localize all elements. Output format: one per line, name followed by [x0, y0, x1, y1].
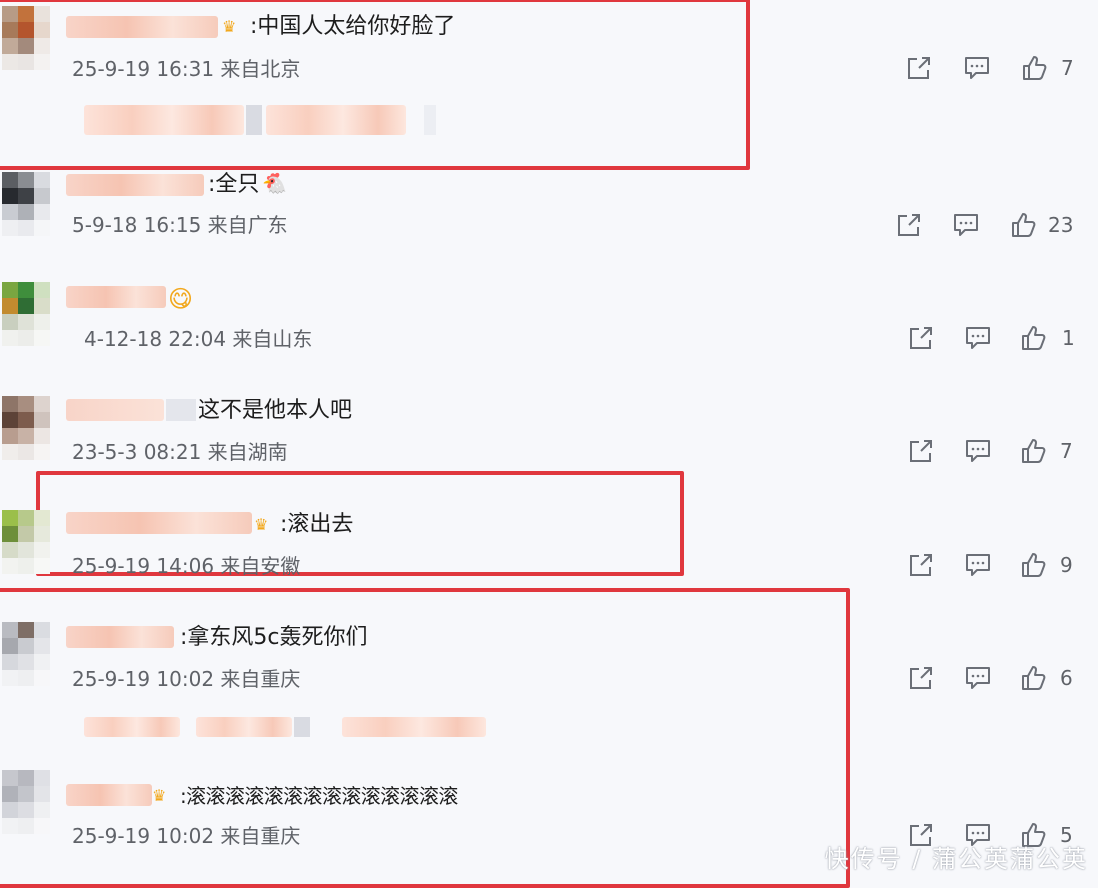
avatar[interactable] [2, 396, 50, 460]
like-count: 6 [1060, 666, 1073, 690]
comment-icon[interactable] [952, 211, 980, 239]
comment-icon[interactable] [964, 324, 992, 352]
username-blurred[interactable] [66, 512, 252, 534]
like-count: 7 [1060, 439, 1073, 463]
avatar[interactable] [2, 510, 50, 574]
like-icon[interactable] [1020, 437, 1048, 465]
username-blurred[interactable] [66, 286, 166, 308]
reply-preview-blurred [294, 717, 310, 737]
reply-preview-blurred[interactable] [266, 105, 406, 135]
comment-icon[interactable] [963, 54, 991, 82]
crown-icon: ♛ [254, 515, 269, 534]
like-icon[interactable] [1010, 211, 1038, 239]
avatar[interactable] [2, 770, 50, 834]
action-bar: 9 [907, 551, 1087, 579]
comment-meta: 25-9-19 10:02 来自重庆 [72, 824, 301, 848]
action-bar: 23 [895, 211, 1085, 239]
comment-text: :滚滚滚滚滚滚滚滚滚滚滚滚滚滚 [180, 784, 458, 808]
like-count: 9 [1060, 553, 1073, 577]
like-count: 1 [1062, 326, 1075, 350]
share-icon[interactable] [905, 54, 933, 82]
like-icon[interactable] [1020, 664, 1048, 692]
reply-preview-blurred[interactable] [196, 717, 292, 737]
comment-meta: 25-9-19 14:06 来自安徽 [72, 554, 301, 578]
action-bar: 7 [905, 54, 1085, 82]
reply-preview-blurred[interactable] [342, 717, 486, 737]
comment-icon[interactable] [964, 437, 992, 465]
share-icon[interactable] [907, 664, 935, 692]
share-icon[interactable] [907, 551, 935, 579]
action-bar: 7 [907, 437, 1087, 465]
reply-preview-blurred[interactable] [84, 717, 180, 737]
comment-meta: 5-9-18 16:15 来自广东 [72, 213, 288, 237]
like-count: 23 [1048, 213, 1074, 237]
username-blurred [166, 399, 196, 421]
share-icon[interactable] [907, 437, 935, 465]
reply-preview-blurred [424, 105, 436, 135]
like-icon[interactable] [1020, 324, 1048, 352]
avatar[interactable] [2, 622, 50, 686]
share-icon[interactable] [895, 211, 923, 239]
username-blurred[interactable] [66, 174, 204, 196]
like-icon[interactable] [1020, 551, 1048, 579]
crown-icon: ♛ [152, 786, 167, 805]
comment-meta: 25-9-19 10:02 来自重庆 [72, 667, 301, 691]
comment-text: :全只 [208, 172, 260, 197]
comment-icon[interactable] [964, 664, 992, 692]
comment-icon[interactable] [964, 551, 992, 579]
comment-text: :拿东风5c轰死你们 [180, 625, 368, 650]
comment-meta: 25-9-19 16:31 来自北京 [72, 57, 301, 81]
action-bar: 6 [907, 664, 1087, 692]
username-blurred[interactable] [66, 16, 218, 38]
reply-preview-blurred [246, 105, 262, 135]
emoji-icon: 😋 [168, 285, 194, 313]
username-blurred[interactable] [66, 626, 174, 648]
action-bar: 1 [907, 324, 1087, 352]
comment-text: 这不是他本人吧 [198, 398, 353, 423]
rooster-emoji-icon: 🐔 [262, 171, 287, 195]
avatar[interactable] [2, 172, 50, 236]
username-blurred[interactable] [66, 784, 152, 806]
username-blurred[interactable] [66, 399, 164, 421]
like-icon[interactable] [1021, 54, 1049, 82]
like-count: 7 [1061, 56, 1074, 80]
share-icon[interactable] [907, 324, 935, 352]
reply-preview-blurred[interactable] [84, 105, 244, 135]
watermark: 快传号 / 蒲公英蒲公英 [824, 845, 1088, 873]
avatar[interactable] [2, 282, 50, 346]
comment-meta: 23-5-3 08:21 来自湖南 [72, 440, 288, 464]
comment-text: :中国人太给你好脸了 [250, 14, 456, 39]
avatar[interactable] [2, 6, 50, 70]
comment-meta: 4-12-18 22:04 来自山东 [84, 327, 313, 351]
comment-text: :滚出去 [280, 512, 354, 537]
crown-icon: ♛ [222, 17, 237, 36]
